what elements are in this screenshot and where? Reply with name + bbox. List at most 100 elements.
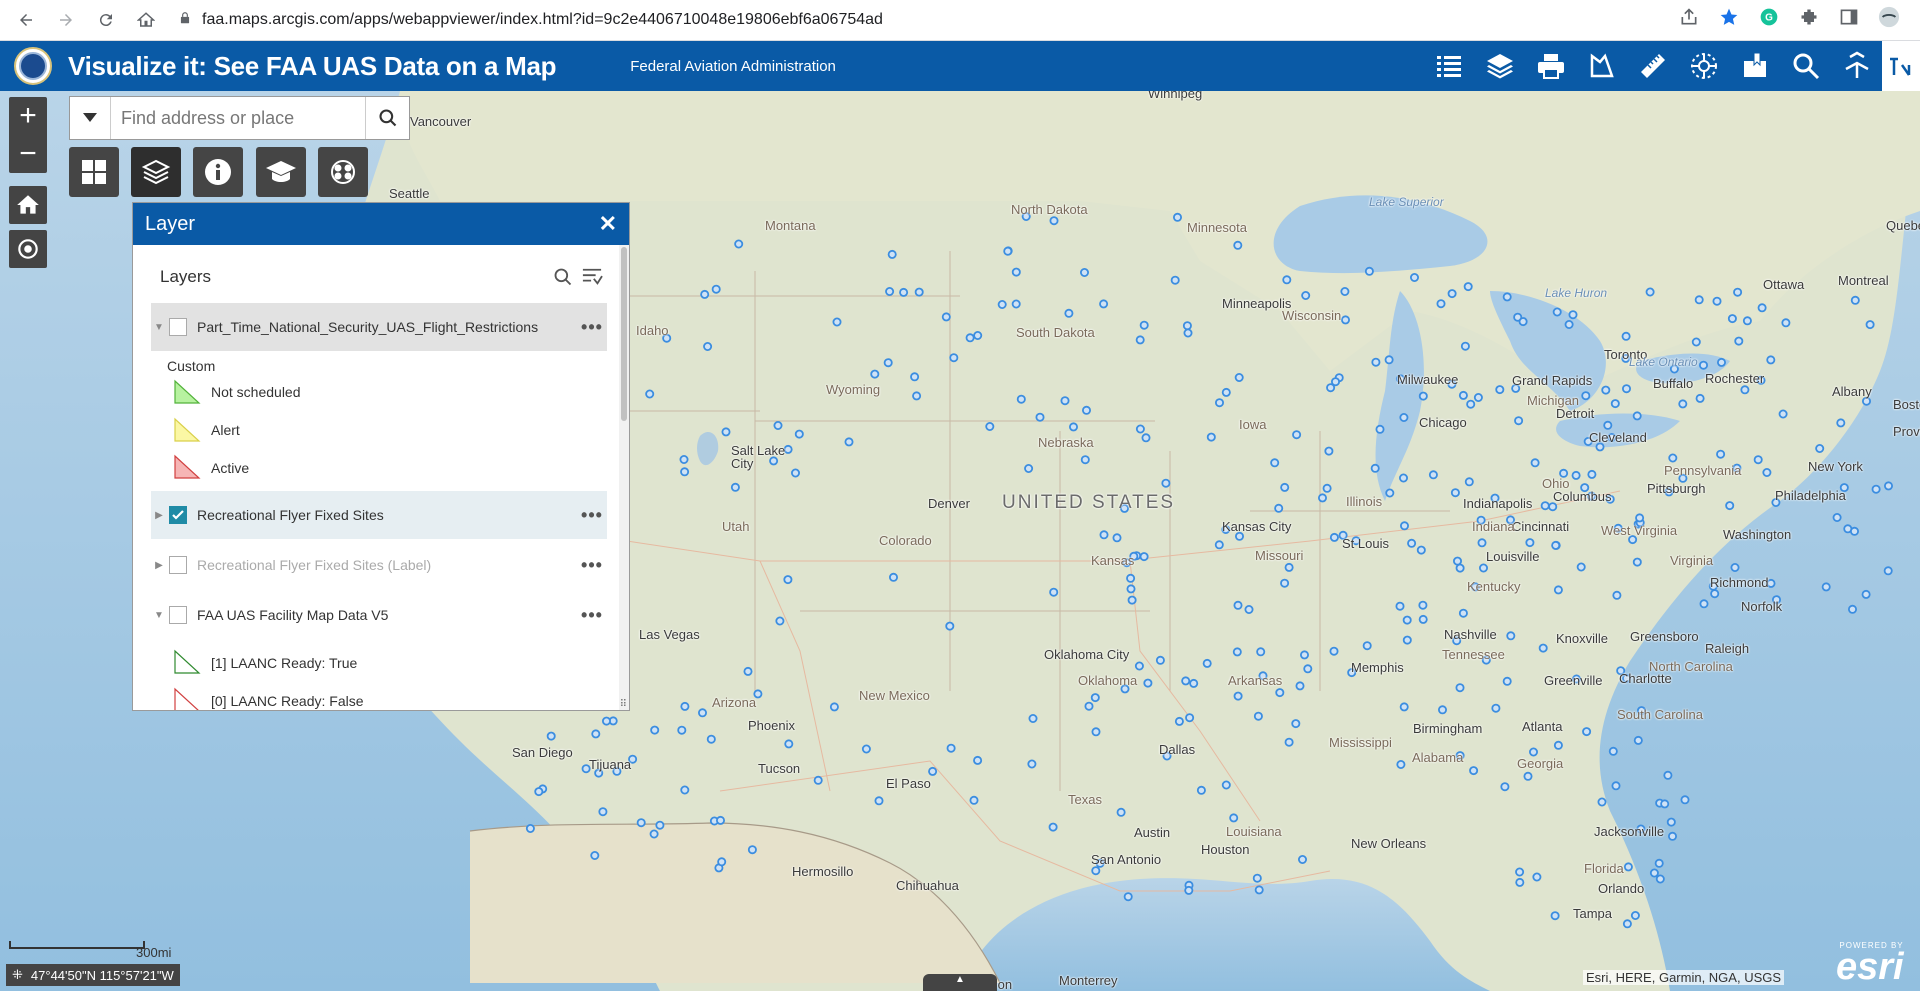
- site-marker[interactable]: [1303, 664, 1313, 674]
- site-marker[interactable]: [1447, 289, 1457, 299]
- site-marker[interactable]: [1003, 246, 1013, 256]
- side-panel-icon[interactable]: [1838, 6, 1860, 28]
- site-marker[interactable]: [1099, 299, 1109, 309]
- about-button[interactable]: [193, 147, 243, 197]
- site-marker[interactable]: [1221, 780, 1231, 790]
- site-marker[interactable]: [910, 372, 920, 382]
- site-marker[interactable]: [1399, 702, 1409, 712]
- site-marker[interactable]: [829, 702, 839, 712]
- site-marker[interactable]: [1455, 563, 1465, 573]
- site-marker[interactable]: [1623, 862, 1633, 872]
- site-marker[interactable]: [1402, 615, 1412, 625]
- site-marker[interactable]: [1883, 566, 1893, 576]
- site-marker[interactable]: [711, 284, 721, 294]
- collapse-caret-icon[interactable]: ▼: [151, 322, 167, 333]
- site-marker[interactable]: [1364, 266, 1374, 276]
- site-marker[interactable]: [1123, 892, 1133, 902]
- attribute-table-toggle[interactable]: ▲: [923, 974, 997, 991]
- site-marker[interactable]: [1295, 681, 1305, 691]
- site-marker[interactable]: [734, 239, 744, 249]
- site-marker[interactable]: [1233, 240, 1243, 250]
- site-marker[interactable]: [1292, 430, 1302, 440]
- site-marker[interactable]: [887, 249, 897, 259]
- site-marker[interactable]: [1608, 746, 1618, 756]
- site-marker[interactable]: [1341, 315, 1351, 325]
- site-marker[interactable]: [1141, 433, 1151, 443]
- layer-search-icon[interactable]: [553, 267, 573, 292]
- site-marker[interactable]: [870, 369, 880, 379]
- site-marker[interactable]: [698, 708, 708, 718]
- site-marker[interactable]: [1757, 303, 1767, 313]
- site-marker[interactable]: [1603, 420, 1613, 430]
- site-marker[interactable]: [1329, 646, 1339, 656]
- site-marker[interactable]: [1400, 521, 1410, 531]
- site-marker[interactable]: [1126, 584, 1136, 594]
- site-marker[interactable]: [1080, 455, 1090, 465]
- profile-avatar[interactable]: [1878, 6, 1900, 28]
- site-marker[interactable]: [1632, 411, 1642, 421]
- site-marker[interactable]: [885, 286, 895, 296]
- site-marker[interactable]: [1514, 416, 1524, 426]
- site-marker[interactable]: [1060, 396, 1070, 406]
- site-marker[interactable]: [1850, 526, 1860, 536]
- site-marker[interactable]: [1568, 310, 1578, 320]
- panel-scrollbar[interactable]: [619, 245, 629, 710]
- site-marker[interactable]: [1850, 295, 1860, 305]
- site-marker[interactable]: [1581, 391, 1591, 401]
- site-marker[interactable]: [912, 391, 922, 401]
- site-marker[interactable]: [1402, 635, 1412, 645]
- site-marker[interactable]: [1716, 449, 1726, 459]
- site-marker[interactable]: [1464, 477, 1474, 487]
- site-marker[interactable]: [1727, 314, 1737, 324]
- site-marker[interactable]: [1183, 328, 1193, 338]
- site-marker[interactable]: [1766, 355, 1776, 365]
- site-marker[interactable]: [1733, 287, 1743, 297]
- site-marker[interactable]: [1254, 885, 1264, 895]
- layers-icon[interactable]: [1474, 41, 1525, 91]
- site-marker[interactable]: [1649, 868, 1659, 878]
- expand-caret-icon[interactable]: ▶: [151, 560, 167, 571]
- site-marker[interactable]: [1280, 578, 1290, 588]
- site-marker[interactable]: [1244, 605, 1254, 615]
- site-marker[interactable]: [1848, 604, 1858, 614]
- site-marker[interactable]: [679, 454, 689, 464]
- site-marker[interactable]: [1318, 493, 1328, 503]
- site-marker[interactable]: [1418, 600, 1428, 610]
- measure-area-icon[interactable]: [1576, 41, 1627, 91]
- site-marker[interactable]: [636, 818, 646, 828]
- site-marker[interactable]: [1416, 545, 1426, 555]
- site-marker[interactable]: [1099, 530, 1109, 540]
- site-marker[interactable]: [1280, 482, 1290, 492]
- site-marker[interactable]: [1725, 501, 1735, 511]
- site-marker[interactable]: [889, 572, 899, 582]
- layer-item-part-time-nsufr[interactable]: ▼ Part_Time_National_Security_UAS_Flight…: [151, 303, 607, 351]
- site-marker[interactable]: [1011, 299, 1021, 309]
- site-marker[interactable]: [1048, 822, 1058, 832]
- site-marker[interactable]: [1384, 355, 1394, 365]
- site-marker[interactable]: [794, 429, 804, 439]
- site-marker[interactable]: [1252, 873, 1262, 883]
- site-marker[interactable]: [1538, 643, 1548, 653]
- site-marker[interactable]: [1340, 286, 1350, 296]
- site-marker[interactable]: [1407, 538, 1417, 548]
- site-marker[interactable]: [1500, 782, 1510, 792]
- site-marker[interactable]: [1049, 587, 1059, 597]
- expand-caret-icon[interactable]: ▶: [151, 510, 167, 521]
- site-marker[interactable]: [1518, 317, 1528, 327]
- site-marker[interactable]: [1645, 287, 1655, 297]
- site-marker[interactable]: [1871, 484, 1881, 494]
- site-marker[interactable]: [1024, 463, 1034, 473]
- site-marker[interactable]: [1597, 797, 1607, 807]
- site-marker[interactable]: [883, 358, 893, 368]
- site-marker[interactable]: [1753, 455, 1763, 465]
- site-marker[interactable]: [1011, 267, 1021, 277]
- more-options-icon[interactable]: •••: [577, 505, 607, 526]
- site-marker[interactable]: [1436, 299, 1446, 309]
- site-marker[interactable]: [1090, 693, 1100, 703]
- site-marker[interactable]: [1460, 341, 1470, 351]
- site-marker[interactable]: [1660, 799, 1670, 809]
- site-marker[interactable]: [1576, 562, 1586, 572]
- site-marker[interactable]: [1717, 357, 1727, 367]
- site-marker[interactable]: [1815, 443, 1825, 453]
- legend-icon[interactable]: [1423, 41, 1474, 91]
